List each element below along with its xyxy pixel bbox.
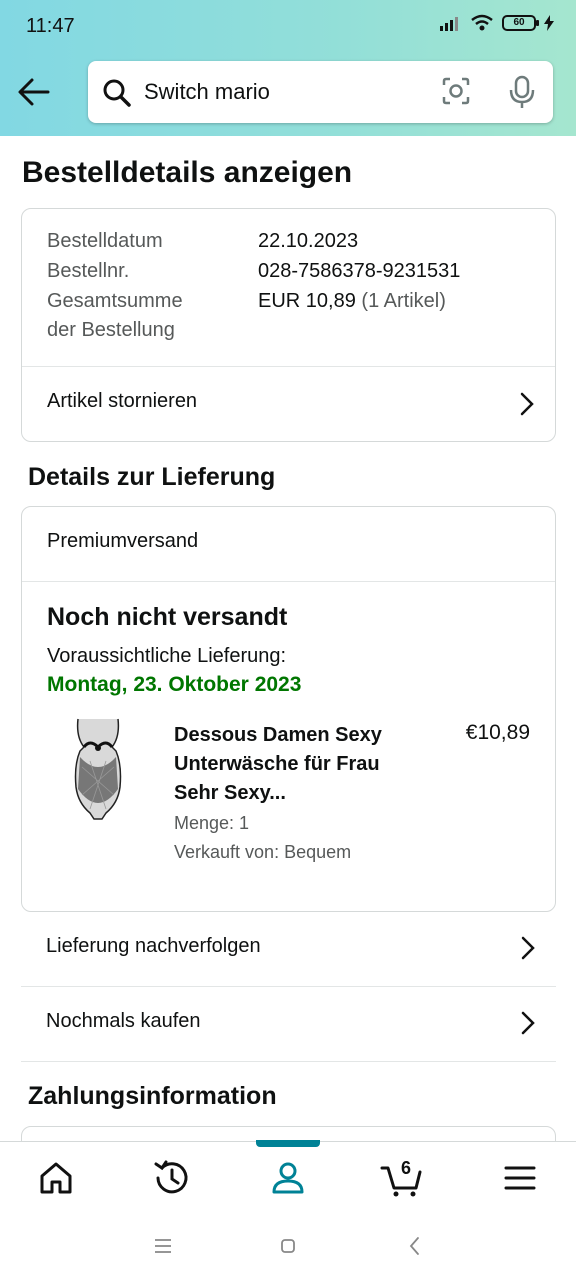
divider xyxy=(21,1061,556,1062)
order-total-label-line1: Gesamtsumme xyxy=(47,290,183,312)
divider xyxy=(22,581,555,582)
chevron-right-icon xyxy=(521,1011,535,1035)
account-icon[interactable] xyxy=(266,1156,310,1200)
delivery-section-title: Details zur Lieferung xyxy=(28,463,276,491)
product-seller: Verkauft von: Bequem xyxy=(174,842,352,862)
system-nav-bar xyxy=(0,1212,576,1280)
home-icon[interactable] xyxy=(34,1156,78,1200)
status-icons: 60 xyxy=(440,14,554,32)
product-image[interactable] xyxy=(70,717,126,821)
order-date-value: 22.10.2023 xyxy=(258,230,359,252)
shipment-status: Noch nicht versandt xyxy=(47,603,288,631)
menu-icon[interactable] xyxy=(498,1156,542,1200)
order-total-label-line2: der Bestellung xyxy=(47,319,175,341)
eta-date: Montag, 23. Oktober 2023 xyxy=(47,673,302,696)
order-number-value: 028-7586378-9231531 xyxy=(258,260,461,282)
chevron-right-icon xyxy=(520,392,534,416)
search-bar[interactable]: Switch mario xyxy=(88,61,553,123)
camera-lens-icon[interactable] xyxy=(441,76,471,106)
search-icon xyxy=(103,79,131,107)
recents-icon[interactable] xyxy=(151,1234,175,1258)
back-arrow-icon[interactable] xyxy=(14,74,54,110)
product-quantity: Menge: 1 xyxy=(174,813,250,833)
cancel-items-label: Artikel stornieren xyxy=(47,390,198,412)
search-input[interactable]: Switch mario xyxy=(144,79,270,105)
track-delivery-row[interactable]: Lieferung nachverfolgen xyxy=(21,912,556,987)
status-time: 11:47 xyxy=(26,15,75,37)
order-total-amount: EUR 10,89 xyxy=(258,290,356,312)
track-delivery-label: Lieferung nachverfolgen xyxy=(46,935,261,957)
active-tab-indicator xyxy=(256,1140,320,1147)
chevron-right-icon xyxy=(521,936,535,960)
system-back-icon[interactable] xyxy=(403,1234,427,1258)
page-title: Bestelldetails anzeigen xyxy=(22,156,353,189)
order-item-count: (1 Artikel) xyxy=(361,290,446,312)
cart-count-badge: 6 xyxy=(401,1158,412,1178)
charging-icon xyxy=(544,15,554,31)
payment-section-title: Zahlungsinformation xyxy=(28,1082,277,1110)
order-total-value: EUR 10,89 (1 Artikel) xyxy=(258,290,446,313)
delivery-card: Premiumversand Noch nicht versandt Vorau… xyxy=(21,506,556,912)
battery-icon: 60 xyxy=(502,15,539,31)
home-button-icon[interactable] xyxy=(276,1234,300,1258)
order-summary-card: Bestelldatum 22.10.2023 Bestellnr. 028-7… xyxy=(21,208,556,442)
microphone-icon[interactable] xyxy=(508,75,536,109)
header: 11:47 60 Switch mario xyxy=(0,0,576,136)
eta-label: Voraussichtliche Lieferung: xyxy=(47,645,287,667)
bottom-nav: 6 xyxy=(0,1140,576,1212)
product-title[interactable]: Dessous Damen Sexy Unterwäsche für Frau … xyxy=(174,721,414,808)
shipping-method: Premiumversand xyxy=(47,530,199,552)
buy-again-row[interactable]: Nochmals kaufen xyxy=(21,987,556,1062)
signal-icon xyxy=(440,17,458,31)
buy-again-label: Nochmals kaufen xyxy=(46,1010,201,1032)
order-date-label: Bestelldatum xyxy=(47,230,163,252)
order-number-label: Bestellnr. xyxy=(47,260,130,282)
product-price: €10,89 xyxy=(465,721,530,744)
wifi-icon xyxy=(471,14,493,31)
cancel-items-row[interactable]: Artikel stornieren xyxy=(22,367,555,443)
history-icon[interactable] xyxy=(150,1156,194,1200)
